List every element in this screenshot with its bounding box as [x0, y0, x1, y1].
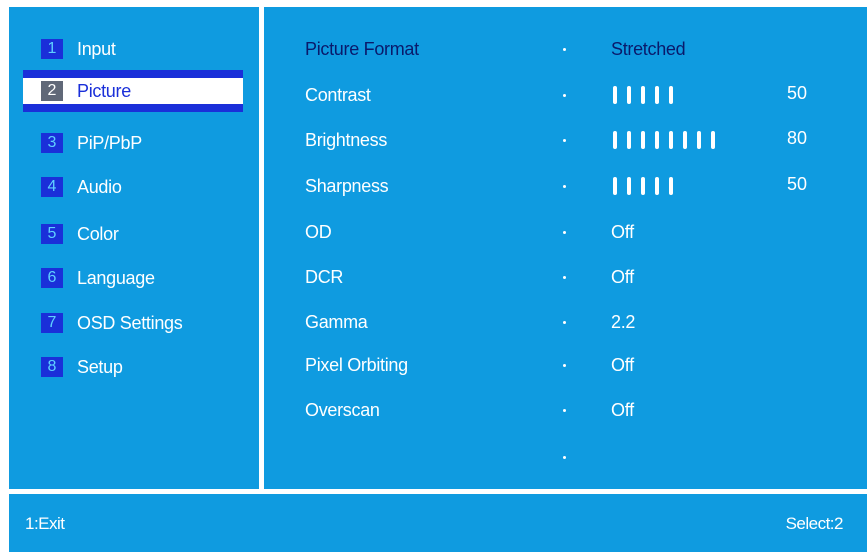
setting-label: Brightness: [305, 130, 388, 150]
level-tick: [655, 177, 659, 195]
level-tick: [627, 177, 631, 195]
level-tick: [613, 131, 617, 149]
setting-pixel-orbiting[interactable]: Pixel Orbiting Off: [305, 351, 855, 381]
menu-item-osd-settings[interactable]: 7 OSD Settings: [23, 308, 243, 338]
level-tick: [641, 177, 645, 195]
menu-item-label: PiP/PbP: [77, 132, 142, 153]
setting-value: Off: [611, 400, 634, 420]
separator-dot: [563, 139, 566, 142]
menu-number-badge: 5: [41, 224, 63, 244]
vertical-divider: [259, 7, 264, 489]
menu-item-label: OSD Settings: [77, 312, 183, 333]
separator-dot: [563, 94, 566, 97]
setting-picture-format[interactable]: Picture Format Stretched: [305, 35, 855, 65]
level-tick: [641, 131, 645, 149]
level-bar[interactable]: [613, 86, 683, 106]
menu-item-input[interactable]: 1 Input: [23, 34, 243, 64]
level-bar[interactable]: [613, 177, 683, 197]
menu-item-color[interactable]: 5 Color: [23, 219, 243, 249]
setting-value: Off: [611, 267, 634, 287]
level-tick: [669, 177, 673, 195]
setting-value: Off: [611, 222, 634, 242]
menu-item-audio[interactable]: 4 Audio: [23, 172, 243, 202]
setting-label: Picture Format: [305, 39, 419, 59]
separator-dot: [563, 456, 566, 459]
separator-dot: [563, 185, 566, 188]
level-tick: [655, 131, 659, 149]
menu-number-badge: 8: [41, 357, 63, 377]
setting-value: Off: [611, 355, 634, 375]
setting-value: 2.2: [611, 312, 636, 332]
level-tick: [641, 86, 645, 104]
menu-item-label: Picture: [77, 80, 131, 101]
setting-sharpness[interactable]: Sharpness 50: [305, 172, 855, 202]
separator-dot: [563, 409, 566, 412]
menu-number-badge: 1: [41, 39, 63, 59]
separator-dot: [563, 48, 566, 51]
separator-dot: [563, 364, 566, 367]
menu-number-badge: 3: [41, 133, 63, 153]
menu-item-label: Input: [77, 38, 116, 59]
setting-overscan[interactable]: Overscan Off: [305, 396, 855, 426]
setting-label: Sharpness: [305, 176, 389, 196]
menu-item-picture[interactable]: 2 Picture: [23, 70, 243, 112]
menu-item-label: Language: [77, 267, 155, 288]
setting-label: Pixel Orbiting: [305, 355, 408, 375]
menu-item-label: Color: [77, 223, 119, 244]
setting-label: DCR: [305, 267, 344, 287]
setting-label: Overscan: [305, 400, 380, 420]
level-tick: [669, 131, 673, 149]
level-tick: [655, 86, 659, 104]
separator-dot: [563, 231, 566, 234]
level-tick: [711, 131, 715, 149]
level-tick: [669, 86, 673, 104]
separator-dot: [563, 321, 566, 324]
exit-hint: 1:Exit: [25, 514, 65, 533]
level-tick: [697, 131, 701, 149]
level-bar[interactable]: [613, 131, 725, 151]
osd-panel: 1 Input 2 Picture 3 PiP/PbP 4 Audio 5 Co…: [9, 7, 867, 552]
setting-number: 50: [787, 174, 808, 194]
level-tick: [613, 177, 617, 195]
setting-gamma[interactable]: Gamma 2.2: [305, 308, 855, 338]
menu-number-badge: 2: [41, 81, 63, 101]
setting-value: Stretched: [611, 39, 686, 59]
setting-label: Gamma: [305, 312, 368, 332]
menu-item-language[interactable]: 6 Language: [23, 263, 243, 293]
setting-od[interactable]: OD Off: [305, 218, 855, 248]
setting-contrast[interactable]: Contrast 50: [305, 81, 855, 111]
setting-label: Contrast: [305, 85, 371, 105]
setting-number: 80: [787, 128, 808, 148]
setting-dcr[interactable]: DCR Off: [305, 263, 855, 293]
horizontal-divider: [9, 489, 867, 494]
level-tick: [613, 86, 617, 104]
menu-number-badge: 4: [41, 177, 63, 197]
setting-empty-row: [305, 443, 855, 473]
setting-number: 50: [787, 83, 808, 103]
select-hint: Select:2: [785, 514, 844, 533]
setting-label: OD: [305, 222, 332, 242]
level-tick: [627, 131, 631, 149]
menu-item-picture-highlight: 2 Picture: [23, 78, 243, 104]
menu-item-setup[interactable]: 8 Setup: [23, 352, 243, 382]
separator-dot: [563, 276, 566, 279]
menu-item-label: Setup: [77, 356, 123, 377]
level-tick: [627, 86, 631, 104]
menu-number-badge: 7: [41, 313, 63, 333]
menu-item-pip-pbp[interactable]: 3 PiP/PbP: [23, 128, 243, 158]
level-tick: [683, 131, 687, 149]
menu-number-badge: 6: [41, 268, 63, 288]
setting-brightness[interactable]: Brightness 80: [305, 126, 855, 156]
menu-item-label: Audio: [77, 176, 122, 197]
